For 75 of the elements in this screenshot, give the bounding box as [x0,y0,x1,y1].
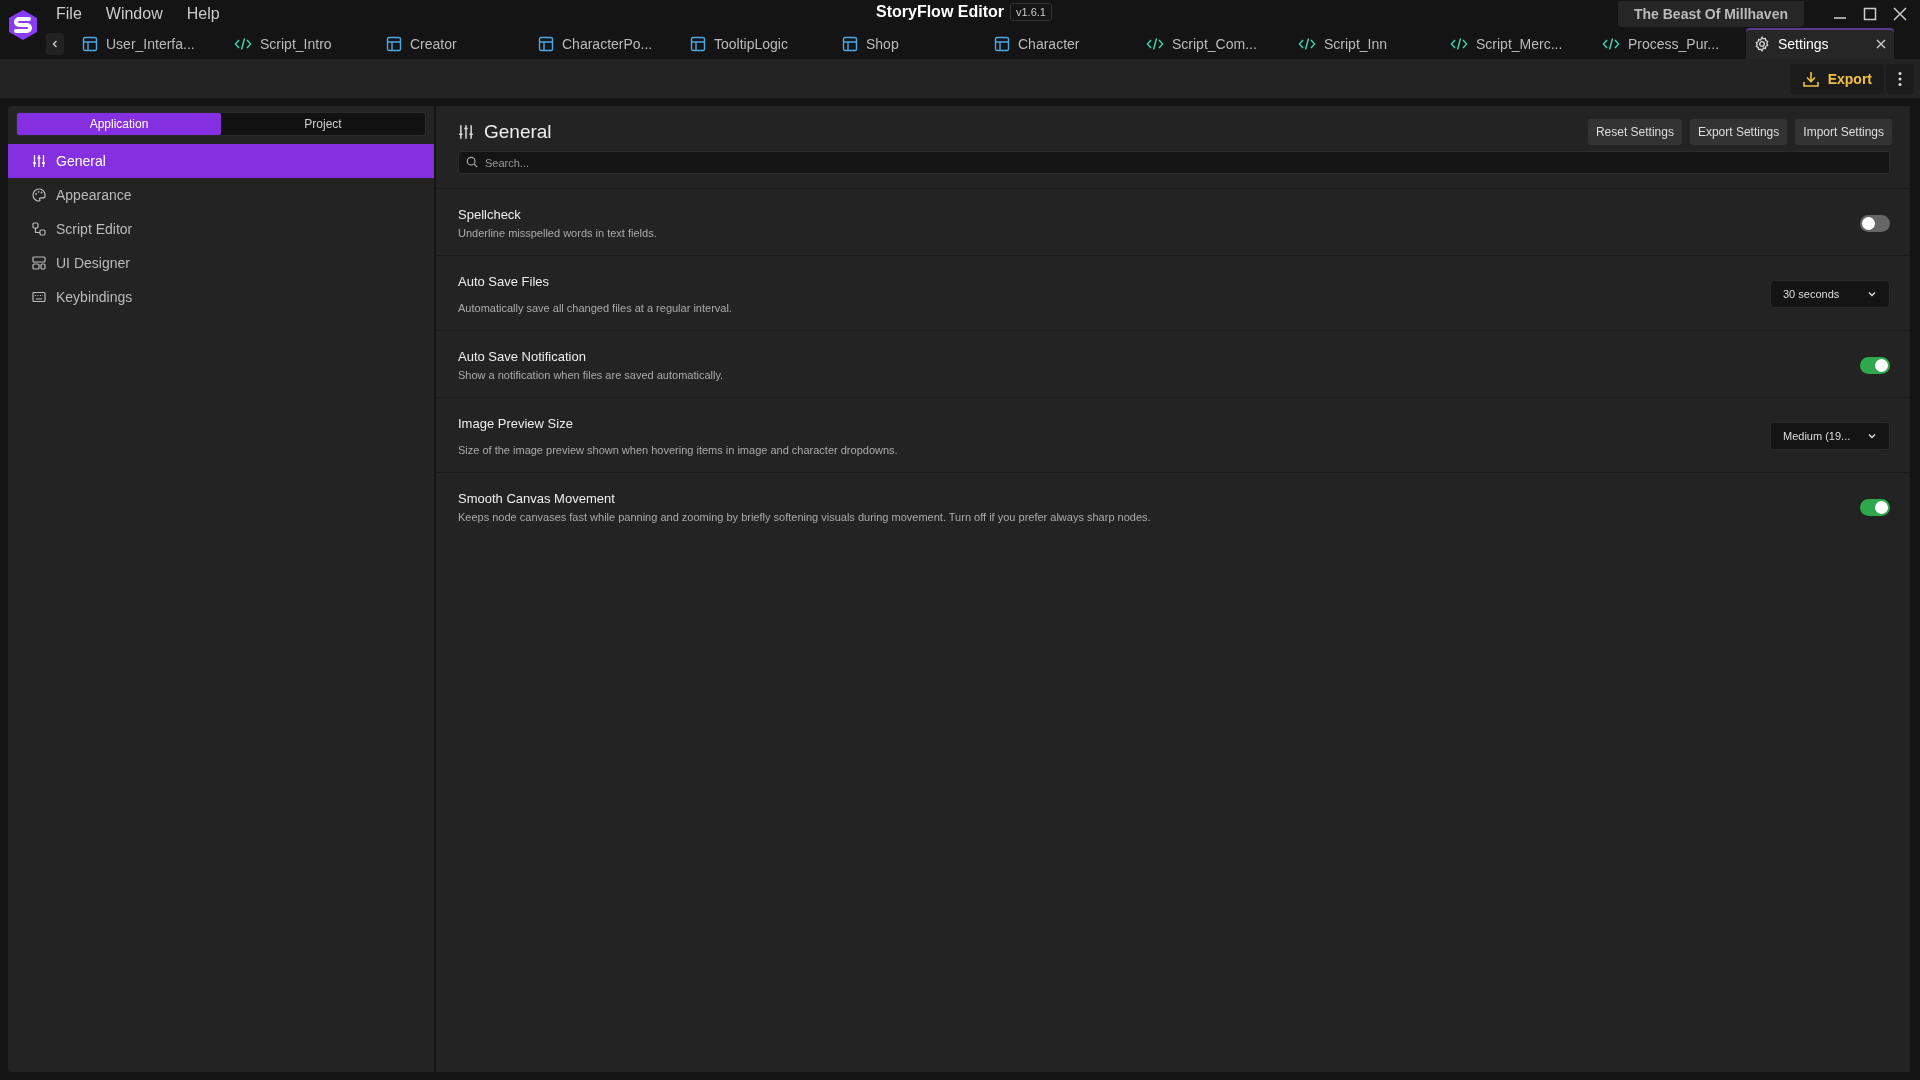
maximize-icon[interactable] [1862,6,1878,22]
nodes-icon [32,222,46,236]
close-icon[interactable] [1892,6,1908,22]
setting-description: Automatically save all changed files at a regular interval. [458,302,733,314]
export-button[interactable]: Export [1789,63,1884,94]
editor-tab[interactable]: Creator [378,28,530,59]
chevron-down-icon [1867,431,1877,441]
code-icon [1450,35,1468,52]
editor-tab[interactable]: CharacterPo... [530,28,682,59]
kebab-menu-icon [1898,70,1902,87]
editor-tab[interactable]: Script_Com... [1138,28,1290,59]
layout-icon [82,35,98,52]
editor-tab[interactable]: Script_Intro [226,28,378,59]
sidebar-item[interactable]: Keybindings [8,280,434,314]
setting-description: Keeps node canvases fast while panning and zooming by briefly softening visuals during movement. Turn off if you prefer always sharp nodes. [458,511,1152,523]
sidebar-item[interactable]: Script Editor [8,212,434,246]
project-name: The Beast Of Millhaven [1617,1,1804,27]
settings-action-button[interactable]: Reset Settings [1587,119,1682,145]
download-icon [1801,69,1820,88]
setting-title: Spellcheck [458,207,522,222]
version-badge: v1.6.1 [1010,3,1052,21]
search-field[interactable]: Search... [458,151,1890,174]
code-icon [1298,35,1316,52]
scope-tab[interactable]: Project [221,113,425,135]
code-icon [234,35,252,52]
menu-item[interactable]: Help [176,5,230,23]
search-icon [466,156,478,168]
toggle-switch[interactable] [1860,214,1890,232]
layout-icon [538,35,554,52]
scroll-left-button[interactable] [46,32,64,55]
chevron-down-icon [1867,289,1877,299]
dropdown[interactable]: Medium (19... [1770,422,1890,450]
dropdown[interactable]: 30 seconds [1770,280,1890,308]
setting-title: Auto Save Notification [458,349,587,364]
setting-description: Size of the image preview shown when hovering items in image and character dropdowns. [458,444,899,456]
menu-item[interactable]: Window [95,5,173,23]
layout-icon [690,35,706,52]
sliders-icon [32,154,46,168]
setting-title: Image Preview Size [458,416,574,431]
layout-icon [994,35,1010,52]
editor-tab[interactable]: Character [986,28,1138,59]
setting-description: Show a notification when files are saved automatically. [458,369,725,381]
sidebar-item[interactable]: Appearance [8,178,434,212]
setting-title: Smooth Canvas Movement [458,491,616,506]
editor-tab[interactable]: Script_Merc... [1442,28,1594,59]
menu-item[interactable]: File [46,5,92,23]
sliders-icon [458,124,474,140]
scope-tab[interactable]: Application [17,113,221,135]
layout-icon [32,256,46,270]
setting-title: Auto Save Files [458,274,551,289]
settings-icon [1754,35,1770,52]
window-title: StoryFlow Editor [876,3,1004,21]
editor-tab[interactable]: User_Interfa... [74,28,226,59]
editor-tab[interactable]: TooltipLogic [682,28,834,59]
settings-action-button[interactable]: Export Settings [1689,119,1788,145]
palette-icon [32,188,46,202]
keyboard-icon [32,290,46,304]
editor-tab[interactable]: Shop [834,28,986,59]
layout-icon [386,35,402,52]
editor-tab[interactable]: Script_Inn [1290,28,1442,59]
layout-icon [842,35,858,52]
sidebar-item[interactable]: General [8,144,434,178]
sidebar-item[interactable]: UI Designer [8,246,434,280]
toggle-switch[interactable] [1860,498,1890,516]
code-icon [1602,35,1620,52]
editor-tab[interactable]: Settings [1746,28,1894,59]
setting-description: Underline misspelled words in text fields. [458,227,658,239]
panel-title: General [484,121,552,143]
chevron-left-icon [50,38,60,49]
toggle-switch[interactable] [1860,356,1890,374]
settings-action-button[interactable]: Import Settings [1795,119,1892,145]
editor-tab[interactable]: Process_Pur... [1594,28,1746,59]
more-options-button[interactable] [1886,63,1914,94]
close-tab-icon[interactable] [1876,38,1886,49]
code-icon [1146,35,1164,52]
